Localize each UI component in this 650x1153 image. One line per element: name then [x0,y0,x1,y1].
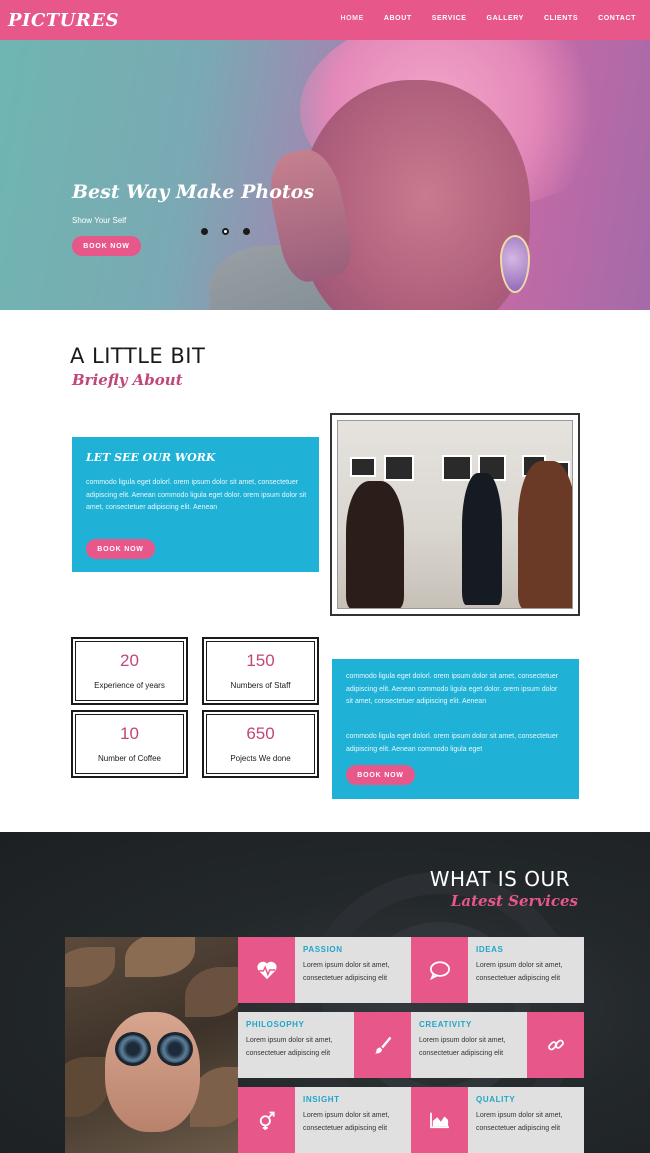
tile-text: Lorem ipsum dolor sit amet, consectetuer… [303,1112,390,1132]
tile-title: PHILOSOPHY [246,1020,305,1029]
ideas-tile[interactable]: IDEAS Lorem ipsum dolor sit amet, consec… [468,937,584,1003]
services-photo [65,937,238,1153]
stat-value: 650 [246,724,275,743]
nav-about[interactable]: ABOUT [384,15,412,22]
stat-box-inner [206,641,315,701]
area-chart-icon [429,1112,449,1129]
gallery-photo [330,413,580,616]
chat-bubble-icon [429,961,450,980]
about-script-title: Briefly About [72,371,183,389]
tile-title: CREATIVITY [419,1020,472,1029]
work-card-book-now-button[interactable]: BOOK NOW [86,539,155,559]
quality-tile[interactable]: QUALITY Lorem ipsum dolor sit amet, cons… [468,1087,584,1153]
slider-dot-1[interactable] [201,228,208,235]
stat-label: Numbers of Staff [230,681,291,690]
nav-service[interactable]: SERVICE [432,15,467,22]
stat-box: 650 Pojects We done [202,710,319,778]
stat-box-inner [75,641,184,701]
stat-value: 20 [120,651,139,670]
stat-label: Experience of years [94,681,165,690]
goggle-lens [115,1032,151,1066]
photographer-center [462,473,502,605]
stat-label: Number of Coffee [98,754,161,763]
services-photo-goggles [115,1032,195,1066]
photographer-right [518,461,572,608]
hero-banner: Best Way Make Photos Show Your Self BOOK… [0,40,650,310]
tile-text: Lorem ipsum dolor sit amet, consectetuer… [303,962,390,982]
hero-title: Best Way Make Photos [72,181,315,203]
tile-text: Lorem ipsum dolor sit amet, consectetuer… [246,1037,333,1057]
philosophy-tile-icon [354,1012,411,1078]
nav-contact[interactable]: CONTACT [598,15,636,22]
heartbeat-icon [256,961,277,980]
tile-title: QUALITY [476,1095,516,1104]
link-icon [547,1039,564,1051]
stat-value: 150 [246,651,275,670]
nav-gallery[interactable]: GALLERY [487,15,524,22]
logo[interactable]: PICTURES [8,10,119,31]
brush-icon [374,1036,391,1054]
nav-clients[interactable]: CLIENTS [544,15,578,22]
quality-tile-icon [411,1087,468,1153]
info-card-book-now-button[interactable]: BOOK NOW [346,765,415,785]
leaf-shape [185,967,238,1017]
wall-frame [442,455,472,481]
leaf-shape [65,947,115,987]
work-card-title: LET SEE OUR WORK [86,451,216,464]
stat-value: 10 [120,724,139,743]
tile-title: INSIGHT [303,1095,340,1104]
stat-box: 150 Numbers of Staff [202,637,319,705]
creativity-tile[interactable]: CREATIVITY Lorem ipsum dolor sit amet, c… [411,1012,527,1078]
passion-tile-icon [238,937,295,1003]
tile-text: Lorem ipsum dolor sit amet, consectetuer… [476,962,563,982]
tile-text: Lorem ipsum dolor sit amet, consectetuer… [476,1112,563,1132]
wall-frame [384,455,414,481]
philosophy-tile[interactable]: PHILOSOPHY Lorem ipsum dolor sit amet, c… [238,1012,354,1078]
stat-box: 10 Number of Coffee [71,710,188,778]
gender-icon [259,1111,275,1130]
slider-dot-3[interactable] [243,228,250,235]
services-title: WHAT IS OUR [429,867,570,891]
services-section: WHAT IS OUR Latest Services PASSION Lore… [0,832,650,1153]
stat-box-inner [206,714,315,774]
photographer-left [346,481,404,608]
leaf-shape [65,1057,110,1117]
stat-label: Pojects We done [230,754,291,763]
info-card: commodo ligula eget dolorl. orem ipsum d… [332,659,579,799]
wall-frame [350,457,376,477]
services-script-title: Latest Services [450,892,578,910]
goggle-lens [157,1032,193,1066]
top-nav: PICTURES HOME ABOUT SERVICE GALLERY CLIE… [0,0,650,40]
nav-home[interactable]: HOME [340,15,363,22]
stat-box: 20 Experience of years [71,637,188,705]
slider-dot-2[interactable] [222,228,229,235]
creativity-tile-icon [527,1012,584,1078]
services-photo-face [105,1012,200,1132]
stat-box-inner [75,714,184,774]
work-card-text: commodo ligula eget dolorl. orem ipsum d… [86,479,307,511]
passion-tile[interactable]: PASSION Lorem ipsum dolor sit amet, cons… [295,937,411,1003]
hero-book-now-button[interactable]: BOOK NOW [72,236,141,256]
nav-menu: HOME ABOUT SERVICE GALLERY CLIENTS CONTA… [320,15,636,22]
info-card-text-2: commodo ligula eget dolorl. orem ipsum d… [346,733,559,753]
insight-tile[interactable]: INSIGHT Lorem ipsum dolor sit amet, cons… [295,1087,411,1153]
tile-text: Lorem ipsum dolor sit amet, consectetuer… [419,1037,506,1057]
tile-title: IDEAS [476,945,504,954]
work-card: LET SEE OUR WORK commodo ligula eget dol… [72,437,319,572]
about-title: A LITTLE BIT [70,344,206,368]
hero-photo-earring [500,235,530,293]
leaf-shape [125,937,195,977]
info-card-text-1: commodo ligula eget dolorl. orem ipsum d… [346,673,559,705]
slider-dots [201,228,250,235]
insight-tile-icon [238,1087,295,1153]
ideas-tile-icon [411,937,468,1003]
tile-title: PASSION [303,945,343,954]
hero-subtitle: Show Your Self [72,216,127,225]
gallery-photo-image [337,420,573,609]
